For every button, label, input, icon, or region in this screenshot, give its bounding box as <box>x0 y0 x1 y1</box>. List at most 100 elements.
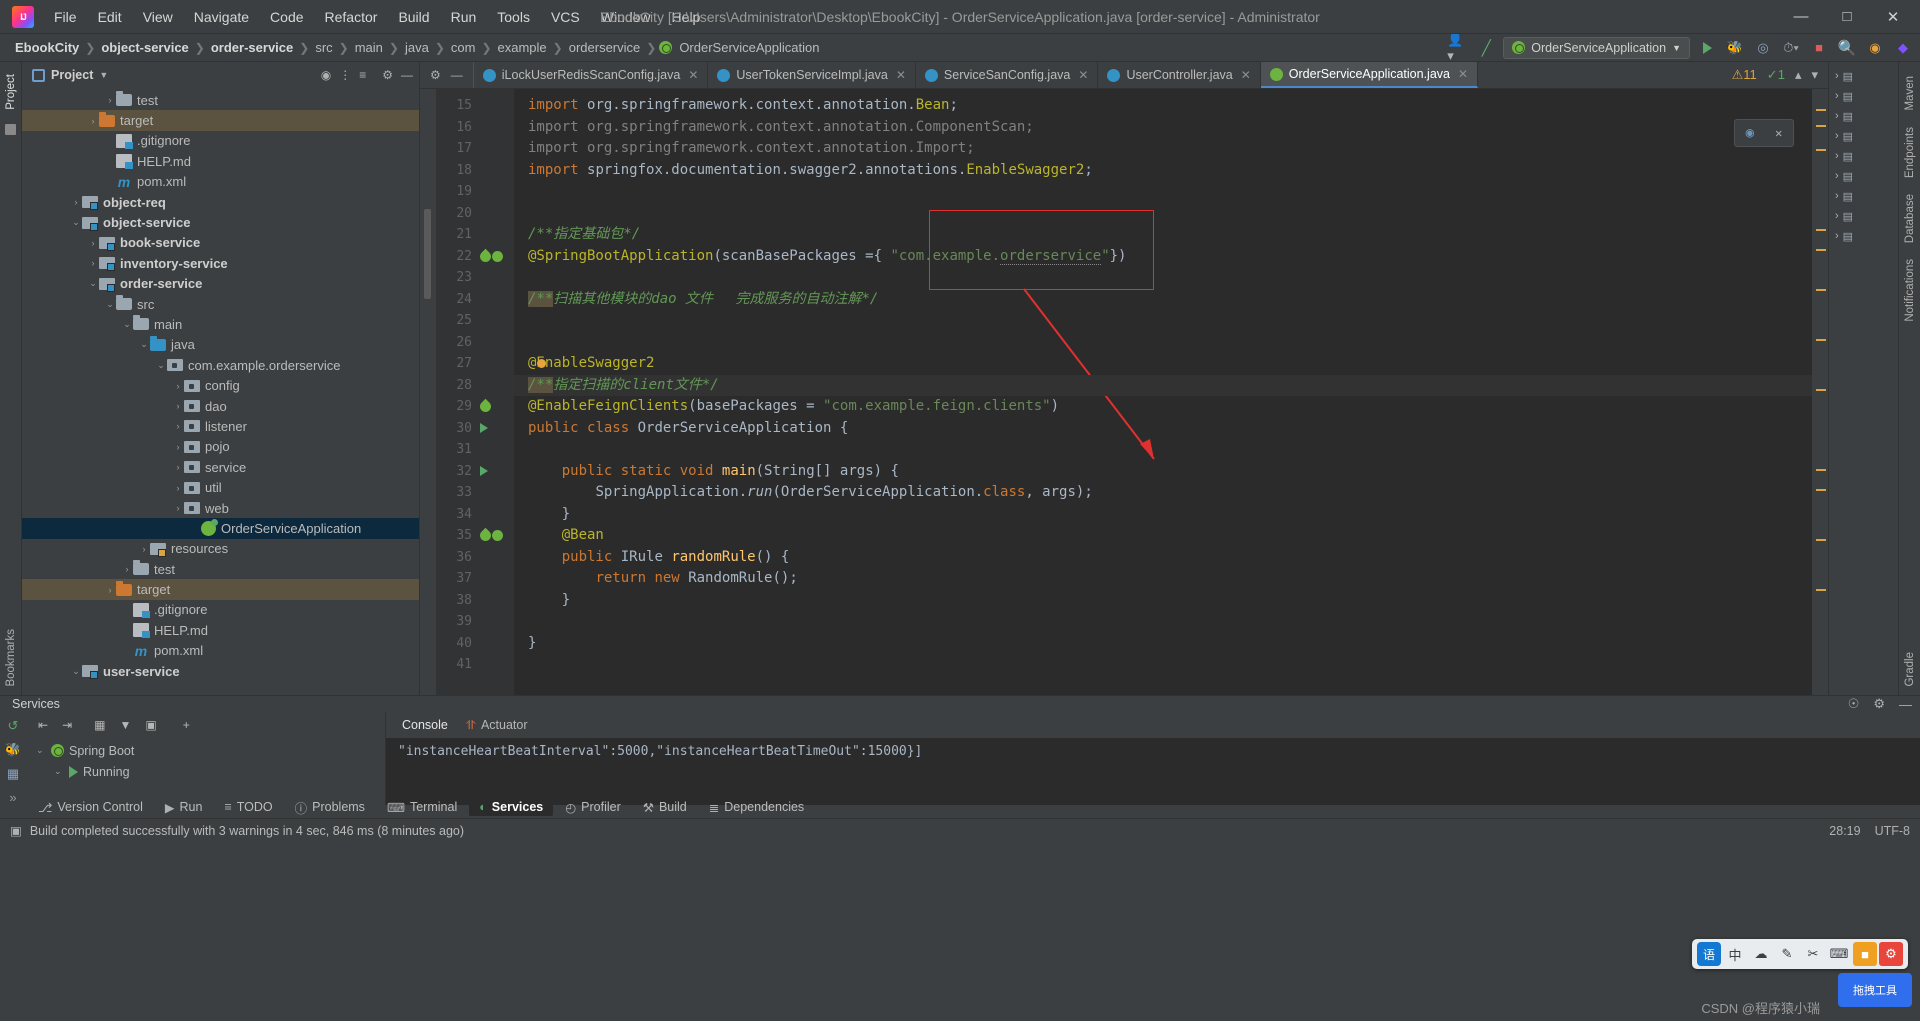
tree-node-help.md[interactable]: HELP.md <box>22 620 419 640</box>
tree-node-object-req[interactable]: › object-req <box>22 192 419 212</box>
code-line[interactable]: import springfox.documentation.swagger2.… <box>514 160 1812 182</box>
tree-node-book-service[interactable]: › book-service <box>22 233 419 253</box>
chevron-down-icon[interactable]: ⌄ <box>121 319 133 330</box>
services-tab-actuator[interactable]: ⥣ Actuator <box>466 718 528 733</box>
code-line[interactable]: @EnableFeignClients(basePackages = "com.… <box>514 396 1812 418</box>
chevron-right-icon[interactable]: › <box>172 401 184 411</box>
hide-icon[interactable]: — <box>451 68 463 82</box>
gutter-line[interactable]: 29 <box>436 396 514 418</box>
breadcrumb-item-object-service[interactable]: object-service <box>98 38 191 57</box>
code-line[interactable] <box>514 332 1812 354</box>
editor-marker-track[interactable] <box>1812 89 1828 695</box>
toolwindow-run[interactable]: ▶ Run <box>155 798 213 817</box>
close-tab-icon[interactable]: ✕ <box>1458 67 1468 81</box>
tree-node-.gitignore[interactable]: .gitignore <box>22 131 419 151</box>
breadcrumb-item-java[interactable]: java <box>402 38 432 57</box>
tree-node-listener[interactable]: › listener <box>22 416 419 436</box>
tree-node-main[interactable]: ⌄ main <box>22 314 419 334</box>
filter-icon[interactable]: ▼ <box>119 718 131 732</box>
code-line[interactable] <box>514 439 1812 461</box>
chevron-right-icon[interactable]: › <box>104 585 116 595</box>
ime-scissors-icon[interactable]: ✂ <box>1801 942 1825 966</box>
gutter-line[interactable]: 41 <box>436 654 514 676</box>
breadcrumb-item-main[interactable]: main <box>352 38 386 57</box>
code-line[interactable]: /**扫描其他模块的dao 文件 完成服务的自动注解*/ <box>514 289 1812 311</box>
gutter-line[interactable]: 16 <box>436 117 514 139</box>
code-line[interactable]: return new RandomRule(); <box>514 568 1812 590</box>
hide-icon[interactable]: — <box>1899 697 1912 712</box>
code-line[interactable] <box>514 654 1812 676</box>
intention-bulb-icon[interactable] <box>537 359 546 368</box>
chevron-right-icon[interactable]: › <box>1835 210 1839 222</box>
stripe-tab-gradle[interactable]: Gradle <box>1902 644 1918 695</box>
breadcrumb-item-src[interactable]: src <box>312 38 335 57</box>
chevron-down-icon[interactable]: ⌄ <box>155 360 167 371</box>
settings-icon[interactable]: ⚙ <box>1873 696 1885 712</box>
tree-node-order-service[interactable]: ⌄ order-service <box>22 274 419 294</box>
gutter-line[interactable]: 34 <box>436 504 514 526</box>
marker-stripe[interactable] <box>1816 339 1826 341</box>
breadcrumb-item-example[interactable]: example <box>495 38 550 57</box>
right-panel-row[interactable]: › ▤ <box>1829 146 1898 166</box>
search-icon[interactable]: 🔍 <box>1836 37 1858 59</box>
code-line[interactable]: public static void main(String[] args) {… <box>514 461 1812 483</box>
services-tree[interactable]: ⌄ Spring Boot ⌄ Running <box>26 738 385 805</box>
tree-node-com.example.orderservice[interactable]: ⌄ com.example.orderservice <box>22 355 419 375</box>
hide-icon[interactable]: — <box>401 68 413 82</box>
chevron-right-icon[interactable]: › <box>1835 230 1839 242</box>
code-line[interactable] <box>514 310 1812 332</box>
project-tree[interactable]: › test › target .gitignore HELP.md m pom.xml › ob… <box>22 88 419 695</box>
menu-help[interactable]: Help <box>662 5 711 29</box>
chevron-down-icon[interactable]: ▾ <box>1811 67 1818 83</box>
services-content-tabs[interactable]: Console ⥣ Actuator <box>386 712 1920 738</box>
menu-window[interactable]: Window <box>591 5 661 29</box>
chevron-down-icon[interactable]: ⌄ <box>138 339 150 350</box>
tree-node-inventory-service[interactable]: › inventory-service <box>22 253 419 273</box>
tree-node-pom.xml[interactable]: m pom.xml <box>22 641 419 661</box>
marker-stripe[interactable] <box>1816 389 1826 391</box>
stripe-tab-endpoints[interactable]: Endpoints <box>1902 119 1918 186</box>
gutter-line[interactable]: 30 <box>436 418 514 440</box>
chevron-right-icon[interactable]: › <box>1835 170 1839 182</box>
tree-node-resources[interactable]: › resources <box>22 539 419 559</box>
tree-node-.gitignore[interactable]: .gitignore <box>22 600 419 620</box>
tree-node-config[interactable]: › config <box>22 375 419 395</box>
tree-node-dao[interactable]: › dao <box>22 396 419 416</box>
ime-box-icon[interactable]: ■ <box>1853 942 1877 966</box>
gutter-line[interactable]: 27 <box>436 353 514 375</box>
tree-node-pom.xml[interactable]: m pom.xml <box>22 172 419 192</box>
chevron-up-icon[interactable]: ▴ <box>1795 67 1802 83</box>
service-node-running[interactable]: ⌄ Running <box>26 761 385 782</box>
spring-bean-icon[interactable] <box>477 527 494 544</box>
marker-stripe[interactable] <box>1816 229 1826 231</box>
toolwindow-version-control[interactable]: ⎇ Version Control <box>28 798 153 817</box>
menu-refactor[interactable]: Refactor <box>315 5 388 29</box>
chevron-down-icon[interactable]: ⌄ <box>54 766 64 777</box>
code-line[interactable]: @EnableSwagger2 <box>514 353 1812 375</box>
menu-code[interactable]: Code <box>260 5 313 29</box>
editor-gutter[interactable]: 15 16 17 18 19 20 21 22 23 24 25 26 27 28 29 30 31 32 33 34… <box>436 89 514 695</box>
chevron-down-icon[interactable]: ⌄ <box>104 299 116 310</box>
ime-app-icon[interactable]: 语 <box>1697 942 1721 966</box>
tree-node-java[interactable]: ⌄ java <box>22 335 419 355</box>
tree-node-service[interactable]: › service <box>22 457 419 477</box>
services-tab-console[interactable]: Console <box>402 718 448 732</box>
gutter-icons[interactable] <box>477 398 508 415</box>
browser-icon[interactable]: ◆ <box>1892 37 1914 59</box>
gutter-line[interactable]: 39 <box>436 611 514 633</box>
breadcrumb-item-orderservice[interactable]: orderservice <box>566 38 644 57</box>
gutter-line[interactable]: 31 <box>436 439 514 461</box>
editor-tab-list[interactable]: iLockUserRedisScanConfig.java ✕ UserTokenS… <box>474 62 1479 88</box>
ime-cloud-icon[interactable]: ☁ <box>1749 942 1773 966</box>
menu-view[interactable]: View <box>133 5 183 29</box>
chevron-down-icon[interactable]: ⌄ <box>70 217 82 228</box>
code-content[interactable]: com.example ◉ ✕ import org.springframewo… <box>514 89 1812 695</box>
gutter-line[interactable]: 21 <box>436 224 514 246</box>
code-line[interactable] <box>514 611 1812 633</box>
tree-node-target[interactable]: › target <box>22 110 419 131</box>
gutter-line[interactable]: 26 <box>436 332 514 354</box>
close-tab-icon[interactable]: ✕ <box>688 68 698 82</box>
right-panel-row[interactable]: › ▤ <box>1829 66 1898 86</box>
collapse-all-icon[interactable]: ⇥ <box>62 718 72 732</box>
services-toolbar[interactable]: ⇤ ⇥ ▦ ▼ ▣ + <box>26 712 385 738</box>
